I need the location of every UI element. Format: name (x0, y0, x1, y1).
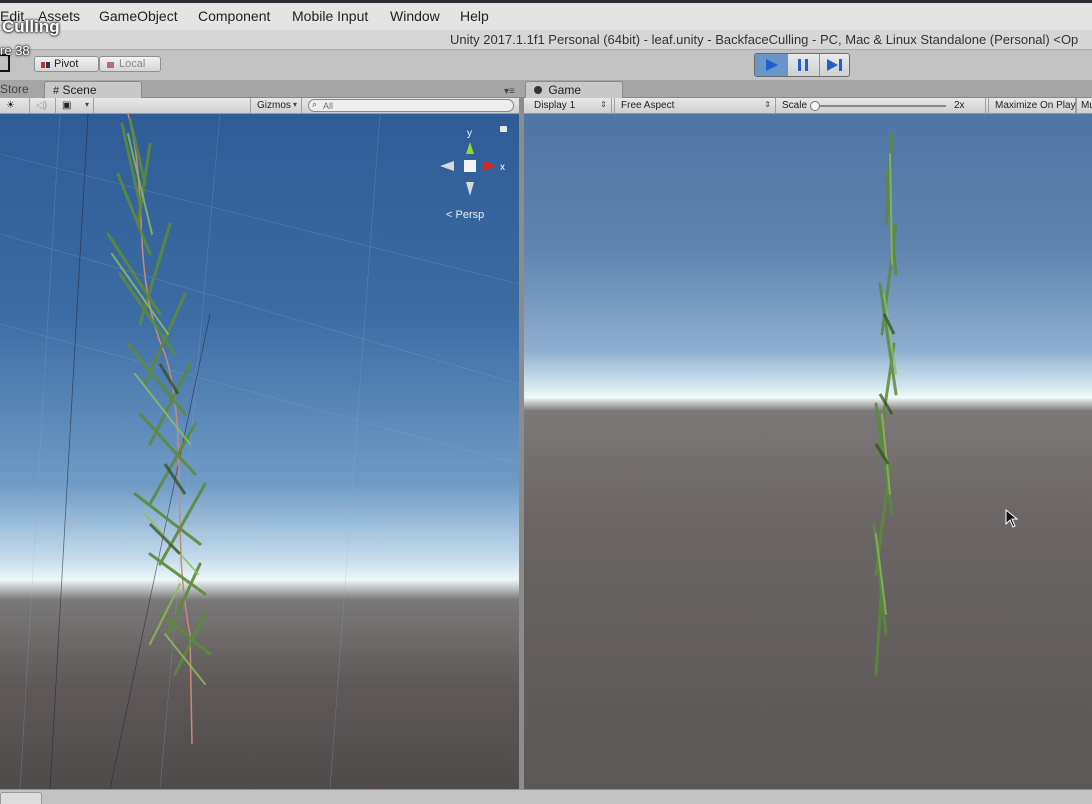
chevron-down-icon: ▾ (292, 100, 297, 109)
lock-icon[interactable] (500, 126, 507, 132)
aspect-label: Free Aspect (621, 100, 675, 111)
play-button[interactable] (755, 54, 787, 76)
console-tab[interactable] (0, 792, 42, 804)
local-button[interactable]: Local (99, 56, 161, 72)
gizmo-negx-cone[interactable] (440, 161, 454, 171)
pivot-icon (41, 60, 50, 69)
tab-store-label: Store (0, 82, 29, 96)
scale-slider-handle[interactable] (810, 101, 820, 111)
window-title: Unity 2017.1.1f1 Personal (64bit) - leaf… (450, 32, 1079, 47)
tab-game[interactable]: Game (525, 81, 623, 98)
panel-menu-icon[interactable]: ▾≡ (504, 86, 515, 97)
menu-mobile-input[interactable]: Mobile Input (292, 8, 368, 24)
window-title-bar: Unity 2017.1.1f1 Personal (64bit) - leaf… (0, 30, 1092, 50)
scale-value: 2x (954, 100, 965, 111)
gizmo-y-label: y (467, 128, 472, 139)
main-toolbar: Pivot Local (0, 50, 1092, 80)
video-overlay-subtitle: re 38 (0, 43, 30, 58)
gizmo-y-cone[interactable] (466, 142, 474, 154)
persp-label[interactable]: < Persp (446, 209, 484, 221)
mute-label: Mu (1081, 100, 1092, 111)
scene-effects-toggle[interactable]: ▣ ▾ (56, 98, 94, 113)
pause-button[interactable] (787, 54, 820, 76)
display-dropdown[interactable]: Display 1 ⇕ (528, 98, 612, 113)
game-pacman-icon (534, 86, 542, 94)
pivot-label: Pivot (54, 58, 79, 70)
video-overlay-title: Culling (2, 17, 60, 36)
scene-edge-line (49, 114, 89, 789)
scene-grid-lines (0, 114, 519, 789)
status-bar (0, 789, 1092, 804)
tab-scene-label: Scene (62, 83, 97, 97)
scale-control: Scale 2x (776, 98, 986, 113)
tab-scene[interactable]: # Scene (44, 81, 142, 98)
tab-asset-store[interactable]: Store (0, 81, 42, 98)
scene-view-toolbar: ☀ ◁) ▣▾ Gizmos▾ ⌕ (0, 98, 519, 114)
pivot-button[interactable]: Pivot (34, 56, 99, 72)
menu-help[interactable]: Help (460, 8, 489, 24)
gizmos-dropdown[interactable]: Gizmos ▾ (250, 98, 302, 113)
maximize-on-play-toggle[interactable]: Maximize On Play (988, 98, 1076, 113)
display-label: Display 1 (534, 100, 576, 111)
mouse-cursor-icon (1005, 509, 1019, 528)
play-icon (766, 59, 778, 71)
updown-icon: ⇕ (764, 100, 771, 109)
menu-window[interactable]: Window (390, 8, 440, 24)
speaker-icon: ◁) (36, 100, 48, 111)
gizmo-x-label: x (500, 162, 505, 173)
tab-game-label: Game (548, 83, 582, 97)
scene-lighting-toggle[interactable]: ☀ (0, 98, 30, 113)
scale-label: Scale (782, 100, 808, 111)
game-view-toolbar: Display 1 ⇕ Free Aspect ⇕ Scale 2x Maximiz… (524, 98, 1092, 114)
scene-orientation-gizmo[interactable]: y x (434, 124, 514, 214)
game-render (872, 132, 898, 676)
persp-text: Persp (455, 209, 485, 221)
search-icon: ⌕ (312, 99, 318, 109)
gizmo-center-cube[interactable] (464, 160, 476, 172)
local-label: Local (119, 58, 146, 70)
aspect-dropdown[interactable]: Free Aspect ⇕ (614, 98, 776, 113)
chevron-down-icon: ▾ (84, 100, 89, 109)
plant-model-game (872, 132, 898, 676)
sun-icon: ☀ (6, 100, 15, 111)
image-icon: ▣ (62, 100, 72, 111)
scene-render (0, 114, 519, 789)
scene-audio-toggle[interactable]: ◁) (30, 98, 56, 113)
gizmos-label: Gizmos (257, 100, 291, 111)
gizmo-x-cone[interactable] (484, 161, 496, 171)
hierarchy-search-input[interactable] (308, 99, 514, 112)
scale-slider-track[interactable] (814, 105, 946, 107)
updown-icon: ⇕ (600, 100, 607, 109)
scene-viewport[interactable]: y x (0, 114, 519, 789)
local-cube-icon (106, 60, 115, 69)
scene-grid-icon: # (53, 85, 60, 97)
menu-gameobject[interactable]: GameObject (99, 8, 178, 24)
mute-audio-toggle[interactable]: Mu (1076, 98, 1092, 113)
step-icon (827, 59, 842, 71)
step-button[interactable] (819, 54, 849, 76)
gizmo-negy-cone[interactable] (466, 182, 474, 196)
game-viewport[interactable] (524, 114, 1092, 789)
maximize-label: Maximize On Play (995, 100, 1076, 111)
play-controls (754, 53, 850, 77)
menu-component[interactable]: Component (198, 8, 270, 24)
plant-model (106, 114, 212, 745)
pause-icon (798, 59, 808, 71)
menu-bar: Edit Assets GameObject Component Mobile … (0, 0, 1092, 30)
